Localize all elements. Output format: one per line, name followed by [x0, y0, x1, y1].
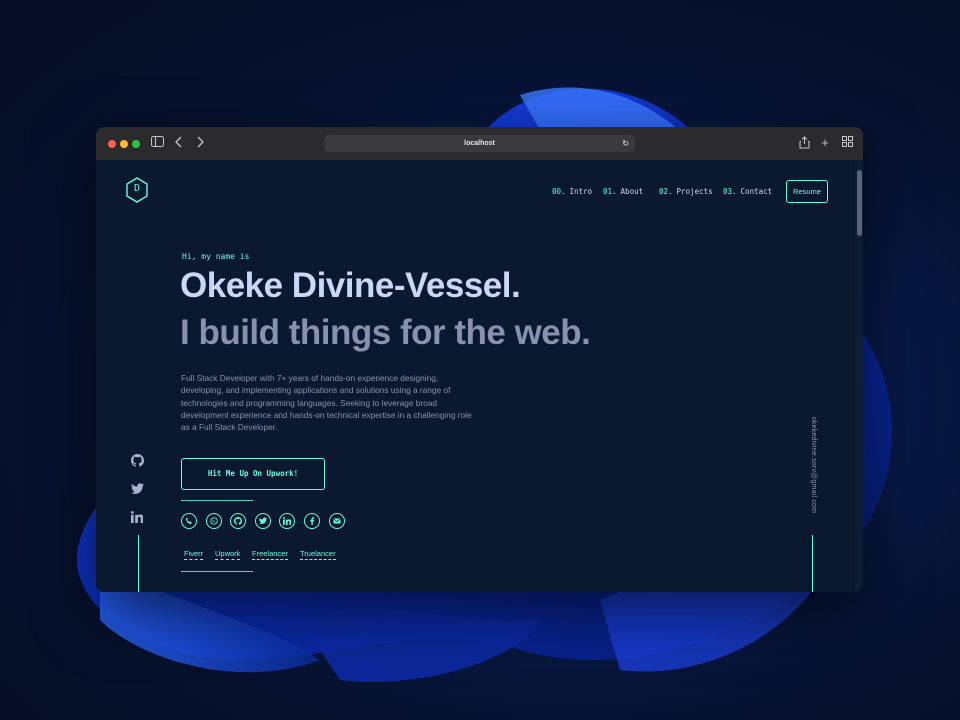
minimize-window-button[interactable]: [120, 140, 128, 148]
forward-icon[interactable]: [193, 136, 207, 150]
logo-letter: D: [133, 183, 141, 194]
maximize-window-button[interactable]: [132, 140, 140, 148]
right-vertical-line: [812, 535, 813, 592]
browser-titlebar: localhost ↻ +: [96, 127, 863, 161]
divider: [181, 571, 253, 572]
linkedin-icon[interactable]: [131, 510, 145, 524]
email-icon[interactable]: [329, 513, 345, 529]
sidebar-icon[interactable]: [150, 136, 164, 150]
browser-window: localhost ↻ + D 00. Intro 01. About 02. Pro…: [96, 127, 863, 592]
github-icon[interactable]: [131, 454, 145, 468]
resume-button[interactable]: Resume: [786, 180, 828, 203]
twitter-icon[interactable]: [255, 513, 271, 529]
share-icon[interactable]: [797, 136, 811, 150]
hero-name: Okeke Divine-Vessel.: [180, 266, 521, 305]
new-tab-icon[interactable]: +: [818, 136, 832, 150]
platform-link-freelancer[interactable]: Freelancer: [252, 549, 288, 560]
nav-label: Contact: [740, 187, 773, 196]
tab-overview-icon[interactable]: [840, 136, 854, 150]
nav-item-contact[interactable]: 03. Contact: [723, 187, 772, 196]
nav-number: 01.: [603, 187, 617, 196]
platform-link-truelancer[interactable]: Truelancer: [300, 549, 336, 560]
nav-item-about[interactable]: 01. About: [603, 187, 643, 196]
linkedin-icon[interactable]: [279, 513, 295, 529]
nav-label: Intro: [569, 187, 593, 196]
upwork-cta-button[interactable]: Hit Me Up On Upwork!: [181, 458, 325, 490]
divider: [181, 500, 253, 501]
nav-number: 02.: [659, 187, 673, 196]
back-icon[interactable]: [172, 136, 186, 150]
reload-icon[interactable]: ↻: [622, 135, 629, 152]
nav-label: Projects: [676, 187, 713, 196]
portfolio-page: D 00. Intro 01. About 02. Projects 03. Conta…: [96, 160, 863, 592]
platform-link-upwork[interactable]: Upwork: [215, 549, 241, 560]
nav-item-intro[interactable]: 00. Intro: [552, 187, 592, 196]
close-window-button[interactable]: [108, 140, 116, 148]
hero-bio: Full Stack Developer with 7+ years of ha…: [181, 373, 472, 433]
phone-icon[interactable]: [181, 513, 197, 529]
twitter-icon[interactable]: [131, 482, 145, 496]
scrollbar[interactable]: [855, 160, 863, 592]
nav-number: 00.: [552, 187, 566, 196]
nav-number: 03.: [723, 187, 737, 196]
github-icon[interactable]: [230, 513, 246, 529]
logo[interactable]: D: [125, 177, 149, 203]
email-link[interactable]: okekedivine.sorv@gmail.com: [807, 409, 817, 521]
nav-label: About: [620, 187, 644, 196]
address-bar[interactable]: localhost ↻: [324, 135, 635, 152]
scrollbar-thumb[interactable]: [857, 170, 862, 236]
nav-item-projects[interactable]: 02. Projects: [659, 187, 713, 196]
hero-tagline: I build things for the web.: [180, 313, 591, 352]
url-text: localhost: [464, 140, 495, 147]
facebook-icon[interactable]: [304, 513, 320, 529]
left-vertical-line: [138, 535, 139, 592]
whatsapp-icon[interactable]: [206, 513, 222, 529]
platform-link-fiverr[interactable]: Fiverr: [184, 549, 204, 560]
greeting: Hi, my name is: [182, 252, 250, 261]
